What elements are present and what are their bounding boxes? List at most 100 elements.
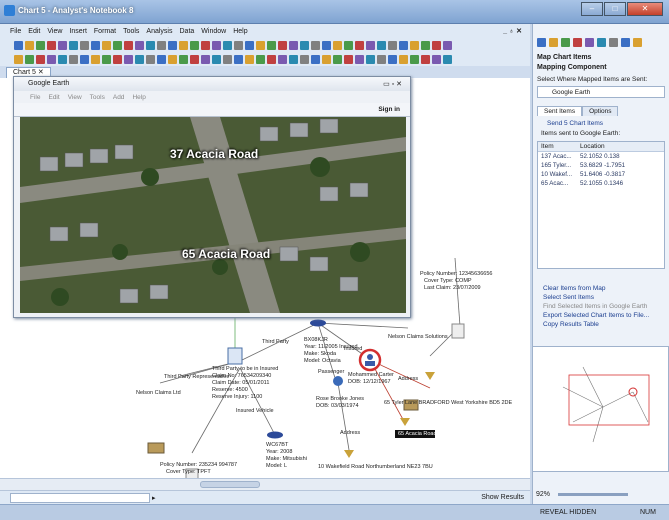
zoom-slider[interactable]	[557, 492, 628, 496]
toolbar-button-icon[interactable]	[344, 40, 353, 50]
toolbar-button-icon[interactable]	[25, 54, 34, 64]
toolbar-button-icon[interactable]	[135, 40, 144, 50]
toolbar-button-icon[interactable]	[278, 54, 287, 64]
menu-data[interactable]: Data	[180, 28, 195, 35]
toolbar-button-icon[interactable]	[300, 54, 309, 64]
pane-tool-icon[interactable]	[561, 38, 570, 47]
toolbar-button-icon[interactable]	[69, 40, 78, 50]
ge-menu-file[interactable]: File	[30, 94, 40, 101]
toolbar-button-icon[interactable]	[278, 40, 287, 50]
toolbar-button-icon[interactable]	[388, 54, 397, 64]
pane-tool-icon[interactable]	[621, 38, 630, 47]
toolbar-button-icon[interactable]	[157, 40, 166, 50]
toolbar-button-icon[interactable]	[113, 54, 122, 64]
find-selected-link[interactable]: Find Selected Items in Google Earth	[543, 303, 647, 310]
toolbar-button-icon[interactable]	[421, 40, 430, 50]
col-item[interactable]: Item	[538, 143, 580, 150]
toolbar-button-icon[interactable]	[289, 40, 298, 50]
toolbar-button-icon[interactable]	[212, 40, 221, 50]
toolbar-button-icon[interactable]	[146, 54, 155, 64]
close-button[interactable]: ✕	[627, 2, 663, 16]
toolbar-button-icon[interactable]	[322, 54, 331, 64]
toolbar-button-icon[interactable]	[223, 40, 232, 50]
toolbar-button-icon[interactable]	[256, 40, 265, 50]
sign-in-link[interactable]: Sign in	[378, 106, 400, 113]
toolbar-button-icon[interactable]	[80, 40, 89, 50]
toolbar-button-icon[interactable]	[311, 54, 320, 64]
toolbar-button-icon[interactable]	[289, 54, 298, 64]
ge-window-buttons[interactable]: ▭ ▫ ✕	[383, 80, 402, 88]
scroll-thumb[interactable]	[200, 481, 260, 488]
toolbar-button-icon[interactable]	[80, 54, 89, 64]
minimize-button[interactable]: –	[581, 2, 603, 16]
toolbar-button-icon[interactable]	[311, 40, 320, 50]
toolbar-button-icon[interactable]	[157, 54, 166, 64]
toolbar-button-icon[interactable]	[58, 54, 67, 64]
person-icon[interactable]	[333, 376, 343, 386]
toolbar-button-icon[interactable]	[388, 40, 397, 50]
destination-select[interactable]: Google Earth	[537, 86, 665, 98]
placemark-37-acacia[interactable]: 37 Acacia Road	[170, 147, 258, 161]
aerial-map-view[interactable]: 37 Acacia Road 65 Acacia Road	[20, 117, 406, 313]
tab-sent-items[interactable]: Sent Items	[537, 106, 583, 116]
menu-tools[interactable]: Tools	[123, 28, 139, 35]
toolbar-button-icon[interactable]	[333, 54, 342, 64]
copy-results-link[interactable]: Copy Results Table	[543, 321, 599, 328]
pane-tool-icon[interactable]	[537, 38, 546, 47]
toolbar-button-icon[interactable]	[234, 54, 243, 64]
toolbar-button-icon[interactable]	[201, 54, 210, 64]
doc-minimize-icon[interactable]: _ ♁ ✕	[503, 27, 522, 35]
car-icon[interactable]	[267, 431, 283, 439]
ge-menu-add[interactable]: Add	[113, 94, 125, 101]
menu-view[interactable]: View	[47, 28, 62, 35]
toolbar-button-icon[interactable]	[410, 40, 419, 50]
find-input[interactable]	[10, 493, 150, 503]
toolbar-button-icon[interactable]	[344, 54, 353, 64]
menu-format[interactable]: Format	[94, 28, 116, 35]
horizontal-scrollbar[interactable]	[0, 478, 530, 490]
toolbar-button-icon[interactable]	[201, 40, 210, 50]
clear-items-link[interactable]: Clear Items from Map	[543, 285, 606, 292]
toolbar-button-icon[interactable]	[432, 40, 441, 50]
menu-help[interactable]: Help	[233, 28, 247, 35]
toolbar-button-icon[interactable]	[179, 40, 188, 50]
table-row[interactable]: 137 Acac... 52.1052 0.138	[538, 152, 664, 161]
toolbar-button-icon[interactable]	[267, 54, 276, 64]
toolbar-button-icon[interactable]	[69, 54, 78, 64]
toolbar-button-icon[interactable]	[190, 40, 199, 50]
menu-file[interactable]: File	[10, 28, 21, 35]
car-icon[interactable]	[310, 319, 326, 327]
ge-menu-view[interactable]: View	[68, 94, 82, 101]
export-link[interactable]: Export Selected Chart Items to File...	[543, 312, 649, 319]
toolbar-button-icon[interactable]	[432, 54, 441, 64]
toolbar-button-icon[interactable]	[102, 40, 111, 50]
toolbar-button-icon[interactable]	[47, 40, 56, 50]
toolbar-button-icon[interactable]	[124, 54, 133, 64]
pane-tool-icon[interactable]	[549, 38, 558, 47]
toolbar-button-icon[interactable]	[355, 54, 364, 64]
select-sent-link[interactable]: Select Sent Items	[543, 294, 594, 301]
toolbar-button-icon[interactable]	[300, 40, 309, 50]
toolbar-button-icon[interactable]	[377, 54, 386, 64]
toolbar-button-icon[interactable]	[179, 54, 188, 64]
table-row[interactable]: 65 Acac... 52.1055 0.1346	[538, 179, 664, 188]
toolbar-button-icon[interactable]	[421, 54, 430, 64]
overview-window[interactable]	[532, 346, 669, 472]
toolbar-button-icon[interactable]	[333, 40, 342, 50]
toolbar-button-icon[interactable]	[443, 40, 452, 50]
col-location[interactable]: Location	[580, 143, 660, 150]
table-row[interactable]: 10 Wakef... 51.6406 -0.3817	[538, 170, 664, 179]
send-items-link[interactable]: Send 5 Chart Items	[547, 120, 603, 127]
toolbar-button-icon[interactable]	[14, 54, 23, 64]
toolbar-button-icon[interactable]	[377, 40, 386, 50]
table-row[interactable]: 165 Tyler... 53.6829 -1.7951	[538, 161, 664, 170]
find-go-icon[interactable]: ▸	[152, 494, 156, 502]
show-results-link[interactable]: Show Results	[481, 494, 524, 501]
company-icon[interactable]	[147, 442, 165, 454]
pane-tool-icon[interactable]	[585, 38, 594, 47]
claim-document-icon[interactable]	[227, 347, 243, 365]
pane-tool-icon[interactable]	[609, 38, 618, 47]
toolbar-button-icon[interactable]	[366, 54, 375, 64]
menu-insert[interactable]: Insert	[69, 28, 87, 35]
ge-menu-help[interactable]: Help	[132, 94, 145, 101]
